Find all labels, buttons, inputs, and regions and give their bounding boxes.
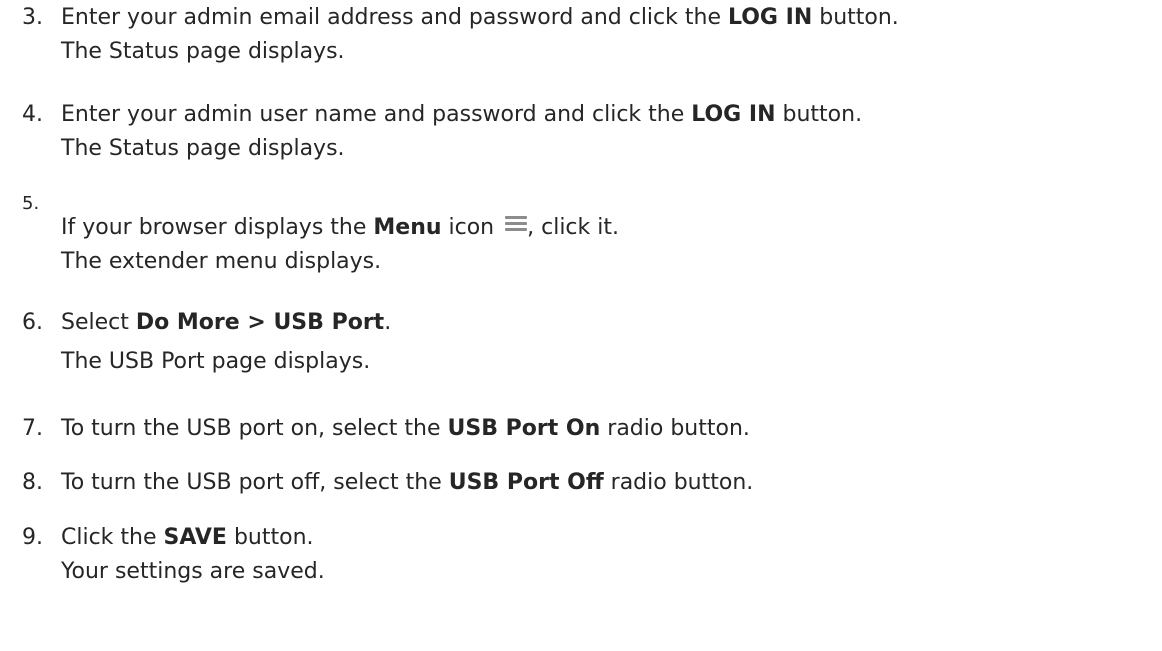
step-number: 5. bbox=[22, 193, 40, 214]
step-instruction: Select Do More > USB Port. bbox=[61, 310, 392, 335]
ui-term-log-in: LOG IN bbox=[727, 5, 813, 30]
step-result: The Status page displays. bbox=[61, 39, 345, 64]
step-result: Your settings are saved. bbox=[61, 559, 325, 584]
step-number: 3. bbox=[22, 5, 43, 30]
step-number: 7. bbox=[22, 416, 43, 441]
hamburger-menu-icon bbox=[505, 216, 528, 231]
step-result: The extender menu displays. bbox=[61, 249, 382, 274]
ui-term-save: SAVE bbox=[163, 525, 227, 550]
step-instruction: Click the SAVE button. bbox=[61, 525, 314, 550]
ui-term-usb-port-off: USB Port Off bbox=[448, 470, 604, 495]
step-instruction: To turn the USB port on, select the USB … bbox=[61, 416, 750, 441]
step-number: 6. bbox=[22, 310, 43, 335]
step-number: 8. bbox=[22, 470, 43, 495]
ui-term-log-in: LOG IN bbox=[691, 102, 776, 127]
step-instruction: If your browser displays the Menu icon ,… bbox=[61, 215, 619, 240]
ui-term-menu: Menu bbox=[373, 215, 442, 240]
step-instruction: Enter your admin email address and passw… bbox=[61, 5, 899, 30]
step-result: The Status page displays. bbox=[61, 136, 345, 161]
step-instruction: Enter your admin user name and password … bbox=[61, 102, 863, 127]
step-result: The USB Port page displays. bbox=[61, 349, 371, 374]
step-number: 4. bbox=[22, 102, 43, 127]
step-instruction: To turn the USB port off, select the USB… bbox=[61, 470, 754, 495]
ui-term-do-more-usb-port: Do More > USB Port bbox=[135, 310, 385, 335]
step-number: 9. bbox=[22, 525, 43, 550]
ui-term-usb-port-on: USB Port On bbox=[447, 416, 601, 441]
